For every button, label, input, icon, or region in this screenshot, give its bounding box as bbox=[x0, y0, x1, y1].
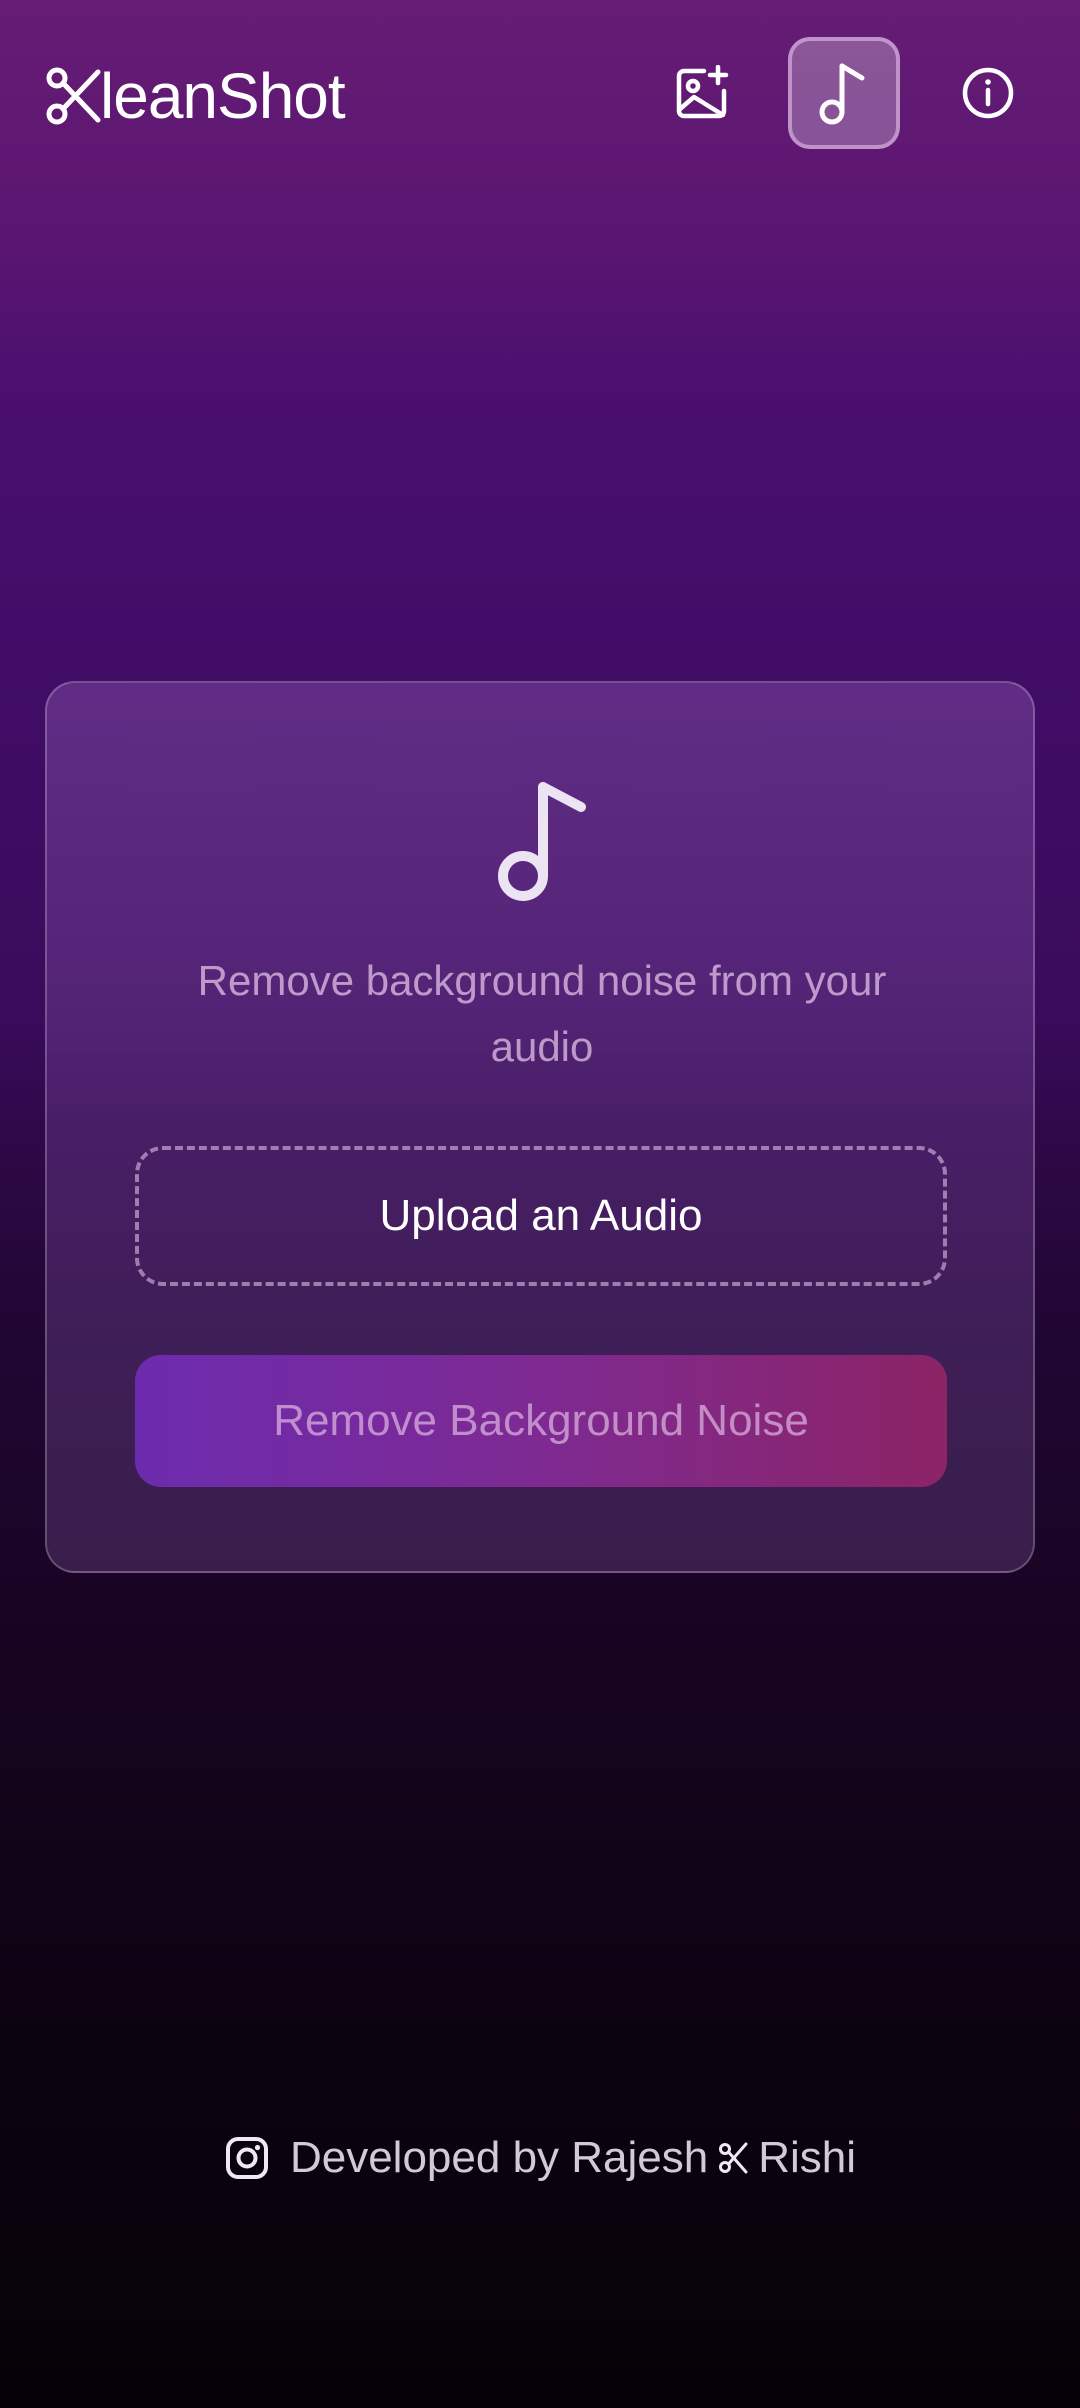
audio-upload-card: Remove background noise from your audio … bbox=[45, 681, 1035, 1573]
top-app-bar: leanShot bbox=[0, 0, 1080, 190]
audio-mode-button[interactable] bbox=[788, 37, 900, 149]
upload-audio-button[interactable]: Upload an Audio bbox=[135, 1146, 947, 1286]
music-note-icon bbox=[498, 782, 586, 901]
remove-background-noise-button[interactable]: Remove Background Noise bbox=[135, 1355, 947, 1487]
card-description: Remove background noise from your audio bbox=[197, 957, 887, 1070]
music-note-icon bbox=[819, 63, 865, 125]
image-mode-button[interactable] bbox=[646, 37, 758, 149]
app-logo: leanShot bbox=[46, 58, 346, 134]
info-button[interactable] bbox=[932, 37, 1044, 149]
scissors-icon bbox=[719, 2142, 748, 2174]
image-add-icon bbox=[676, 65, 729, 119]
instagram-icon bbox=[225, 2137, 268, 2179]
info-icon bbox=[962, 67, 1014, 119]
app-title: leanShot bbox=[100, 60, 346, 132]
scissors-icon bbox=[46, 67, 101, 125]
footer-credit[interactable]: Developed by Rajesh Rishi bbox=[0, 2120, 1080, 2196]
footer-text-prefix: Developed by Rajesh bbox=[289, 2133, 709, 2182]
footer-text-suffix: Rishi bbox=[758, 2133, 857, 2182]
